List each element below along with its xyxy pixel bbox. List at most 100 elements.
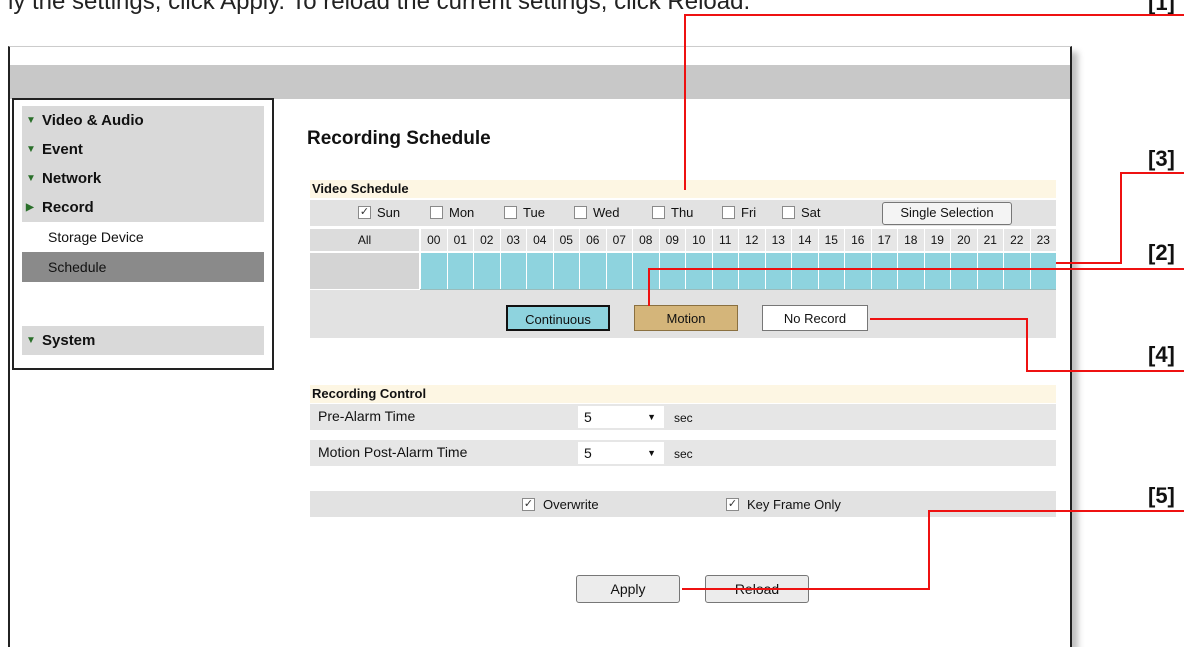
schedule-slot[interactable] bbox=[1029, 253, 1056, 289]
hour-label[interactable]: 09 bbox=[658, 229, 685, 251]
callout-4: [4] bbox=[1148, 342, 1175, 367]
no-record-mode-button[interactable]: No Record bbox=[762, 305, 868, 331]
hour-label[interactable]: 20 bbox=[950, 229, 977, 251]
schedule-slot[interactable] bbox=[791, 253, 818, 289]
overwrite-checkbox[interactable]: ✓ bbox=[522, 498, 535, 511]
schedule-slot[interactable] bbox=[711, 253, 738, 289]
sidebar-item-record[interactable]: ▶ Record bbox=[22, 193, 264, 222]
apply-button[interactable]: Apply bbox=[576, 575, 680, 603]
hour-label[interactable]: 17 bbox=[870, 229, 897, 251]
day-checkbox[interactable] bbox=[782, 206, 795, 219]
day-checkbox[interactable] bbox=[652, 206, 665, 219]
day-checkbox[interactable]: ✓ bbox=[358, 206, 371, 219]
day-label: Fri bbox=[741, 205, 757, 220]
continuous-mode-button[interactable]: Continuous bbox=[506, 305, 610, 331]
day-sat[interactable]: Sat bbox=[782, 205, 821, 220]
overwrite-option[interactable]: ✓ Overwrite bbox=[522, 497, 599, 512]
day-tue[interactable]: Tue bbox=[504, 205, 545, 220]
schedule-slot[interactable] bbox=[658, 253, 685, 289]
options-row: ✓ Overwrite ✓ Key Frame Only bbox=[310, 491, 1056, 517]
schedule-slot[interactable] bbox=[950, 253, 977, 289]
section-header-recording-control: Recording Control bbox=[310, 385, 1056, 403]
sidebar-subitem-storage-device[interactable]: Storage Device bbox=[22, 222, 264, 252]
pre-alarm-select[interactable]: 5 ▼ bbox=[578, 406, 664, 428]
hour-label[interactable]: 04 bbox=[526, 229, 553, 251]
hour-label[interactable]: 06 bbox=[579, 229, 606, 251]
schedule-slot[interactable] bbox=[552, 253, 579, 289]
hour-label[interactable]: 15 bbox=[817, 229, 844, 251]
schedule-slot[interactable] bbox=[526, 253, 553, 289]
day-checkbox[interactable] bbox=[722, 206, 735, 219]
hour-label[interactable]: 11 bbox=[711, 229, 738, 251]
hour-label[interactable]: 14 bbox=[791, 229, 818, 251]
sidebar-item-video-audio[interactable]: ▼ Video & Audio bbox=[22, 106, 264, 135]
sidebar-item-label: System bbox=[42, 332, 96, 349]
sidebar-subitem-schedule[interactable]: Schedule bbox=[22, 252, 264, 282]
schedule-slot[interactable] bbox=[420, 253, 447, 289]
day-wed[interactable]: Wed bbox=[574, 205, 620, 220]
day-mon[interactable]: Mon bbox=[430, 205, 474, 220]
hour-label[interactable]: 16 bbox=[844, 229, 871, 251]
schedule-slot[interactable] bbox=[976, 253, 1003, 289]
schedule-slot[interactable] bbox=[632, 253, 659, 289]
schedule-slot[interactable] bbox=[685, 253, 712, 289]
schedule-slot[interactable] bbox=[817, 253, 844, 289]
hour-label[interactable]: 12 bbox=[738, 229, 765, 251]
callout-5: [5] bbox=[1148, 483, 1175, 508]
hour-label[interactable]: 08 bbox=[632, 229, 659, 251]
schedule-slot[interactable] bbox=[764, 253, 791, 289]
day-checkbox[interactable] bbox=[504, 206, 517, 219]
hour-label[interactable]: 23 bbox=[1029, 229, 1056, 251]
sidebar-item-label: Record bbox=[42, 199, 94, 216]
schedule-slot[interactable] bbox=[738, 253, 765, 289]
day-sun[interactable]: ✓ Sun bbox=[358, 205, 400, 220]
key-frame-checkbox[interactable]: ✓ bbox=[726, 498, 739, 511]
pre-alarm-value: 5 bbox=[584, 409, 592, 425]
single-selection-button[interactable]: Single Selection bbox=[882, 202, 1012, 225]
overwrite-label: Overwrite bbox=[543, 497, 599, 512]
motion-mode-button[interactable]: Motion bbox=[634, 305, 738, 331]
sidebar-item-event[interactable]: ▼ Event bbox=[22, 135, 264, 164]
day-checkbox[interactable] bbox=[430, 206, 443, 219]
hour-label[interactable]: 21 bbox=[976, 229, 1003, 251]
pre-alarm-label: Pre-Alarm Time bbox=[318, 408, 416, 424]
hour-label[interactable]: 18 bbox=[897, 229, 924, 251]
key-frame-option[interactable]: ✓ Key Frame Only bbox=[726, 497, 841, 512]
callout-line bbox=[1056, 262, 1122, 264]
hour-label[interactable]: 19 bbox=[923, 229, 950, 251]
hour-label[interactable]: 13 bbox=[764, 229, 791, 251]
sidebar-item-network[interactable]: ▼ Network bbox=[22, 164, 264, 193]
hour-label[interactable]: 00 bbox=[420, 229, 447, 251]
schedule-slot[interactable] bbox=[870, 253, 897, 289]
select-all-hours[interactable]: All bbox=[310, 229, 419, 251]
day-fri[interactable]: Fri bbox=[722, 205, 756, 220]
callout-line bbox=[928, 510, 1184, 512]
day-thu[interactable]: Thu bbox=[652, 205, 693, 220]
schedule-slot[interactable] bbox=[897, 253, 924, 289]
hour-label[interactable]: 22 bbox=[1003, 229, 1030, 251]
callout-line bbox=[684, 14, 686, 190]
sidebar-item-system[interactable]: ▼ System bbox=[22, 326, 264, 355]
schedule-slot[interactable] bbox=[923, 253, 950, 289]
schedule-slot[interactable] bbox=[473, 253, 500, 289]
callout-line bbox=[1120, 172, 1122, 264]
post-alarm-select[interactable]: 5 ▼ bbox=[578, 442, 664, 464]
hour-label[interactable]: 02 bbox=[473, 229, 500, 251]
dropdown-arrow-icon: ▼ bbox=[647, 448, 656, 458]
hour-label[interactable]: 05 bbox=[552, 229, 579, 251]
key-frame-label: Key Frame Only bbox=[747, 497, 841, 512]
schedule-slot[interactable] bbox=[605, 253, 632, 289]
hour-label[interactable]: 01 bbox=[446, 229, 473, 251]
schedule-slot[interactable] bbox=[844, 253, 871, 289]
day-label: Mon bbox=[449, 205, 475, 220]
schedule-slot[interactable] bbox=[499, 253, 526, 289]
hour-label[interactable]: 03 bbox=[499, 229, 526, 251]
schedule-row-label bbox=[310, 253, 419, 289]
day-checkbox[interactable] bbox=[574, 206, 587, 219]
schedule-slot[interactable] bbox=[1003, 253, 1030, 289]
post-alarm-unit: sec bbox=[674, 447, 693, 461]
schedule-slot[interactable] bbox=[579, 253, 606, 289]
hour-label[interactable]: 10 bbox=[685, 229, 712, 251]
hour-label[interactable]: 07 bbox=[605, 229, 632, 251]
schedule-slot[interactable] bbox=[446, 253, 473, 289]
